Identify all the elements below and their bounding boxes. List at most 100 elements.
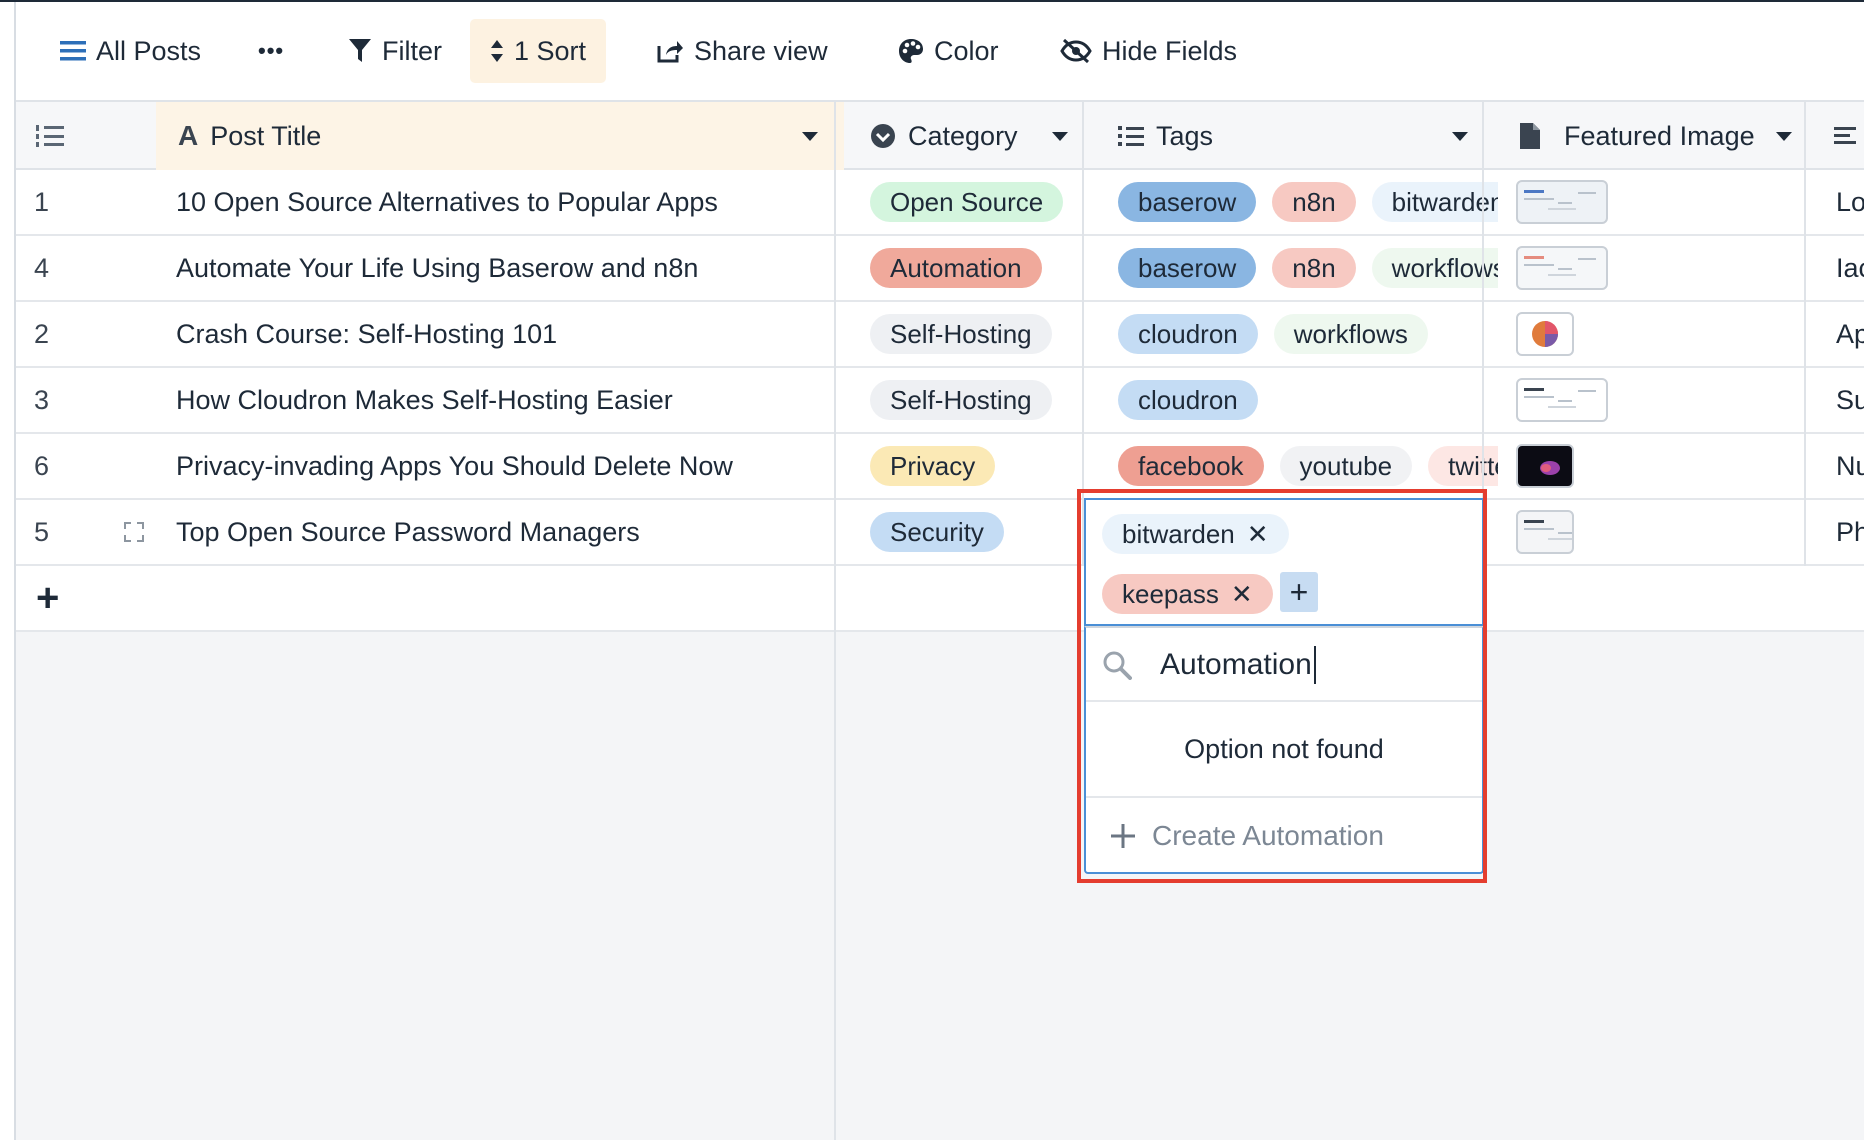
post-title-cell[interactable]: Crash Course: Self-Hosting 101 [176,302,836,366]
image-thumbnail[interactable] [1516,180,1608,224]
category-badge: Automation [870,248,1042,288]
remove-tag-icon[interactable]: ✕ [1231,579,1253,610]
category-badge: Privacy [870,446,996,486]
list-icon [60,41,86,61]
text-field-icon: A [178,120,199,151]
category-cell[interactable]: Self-Hosting [854,302,1098,366]
left-edge [14,0,16,1140]
search-icon [1103,651,1132,680]
column-header-post-title[interactable]: A Post Title [156,102,844,170]
category-badge: Self-Hosting [870,380,1052,420]
tag-chip-label: bitwarden [1122,518,1235,549]
share-view-label: Share view [694,35,828,66]
post-title-header-label: Post Title [210,120,322,151]
chevron-down-icon[interactable] [1052,132,1068,141]
table-row[interactable]: 2 Crash Course: Self-Hosting 101 Self-Host… [16,302,1864,368]
table-row[interactable]: 6 Privacy-invading Apps You Should Delete… [16,434,1864,500]
view-name: All Posts [96,35,202,66]
add-row-button[interactable]: + [36,566,96,630]
add-row[interactable]: + [16,566,1864,632]
color-label: Color [934,35,999,66]
table-row[interactable]: 4 Automate Your Life Using Baserow and n8… [16,236,1864,302]
featured-image-cell[interactable] [1500,434,1820,498]
tag-badge: twitte [1428,446,1498,486]
column-divider [1804,102,1806,566]
table-row[interactable]: 5 Top Open Source Password Managers Securi… [16,500,1864,566]
image-thumbnail[interactable] [1516,246,1608,290]
featured-image-cell[interactable] [1500,302,1820,366]
tags-cell[interactable]: baserow n8n workflows [1102,236,1498,300]
share-icon [657,41,683,63]
next-column-cell[interactable]: Lor [1836,170,1864,234]
tag-badge: n8n [1272,248,1356,288]
post-title-cell[interactable]: Top Open Source Password Managers [176,500,836,564]
category-cell[interactable]: Self-Hosting [854,368,1098,432]
expand-row-icon[interactable] [124,500,148,564]
tags-cell[interactable]: baserow n8n bitwarden [1102,170,1498,234]
column-header-tags[interactable]: Tags [1102,102,1500,170]
post-title-cell[interactable]: Automate Your Life Using Baserow and n8n [176,236,836,300]
next-column-cell[interactable]: Apt [1836,302,1864,366]
row-id: 6 [34,450,50,481]
image-thumbnail[interactable] [1516,312,1574,356]
long-text-icon [1834,127,1856,144]
next-column-cell[interactable]: Pha [1836,500,1864,564]
column-header-featured-image[interactable]: Featured Image [1502,102,1822,170]
hide-fields-button[interactable]: Hide Fields [1040,19,1257,83]
category-cell[interactable]: Security [854,500,1098,564]
empty-grid-area [16,632,1864,1140]
tags-cell[interactable]: cloudron [1102,368,1498,432]
tag-badge: workflows [1273,314,1428,354]
eye-slash-icon [1060,38,1092,64]
column-header-next[interactable] [1824,102,1864,170]
tags-cell[interactable]: cloudron workflows [1102,302,1498,366]
image-thumbnail[interactable] [1516,444,1574,488]
row-count-header[interactable] [36,102,76,170]
featured-image-cell[interactable] [1500,170,1820,234]
view-selector[interactable]: All Posts [40,19,221,83]
share-view-button[interactable]: Share view [636,19,848,83]
color-button[interactable]: Color [878,19,1019,83]
post-title-cell[interactable]: 10 Open Source Alternatives to Popular A… [176,170,836,234]
next-column-cell[interactable]: Iacu [1836,236,1864,300]
post-title-cell[interactable]: Privacy-invading Apps You Should Delete … [176,434,836,498]
more-options-button[interactable]: ••• [238,19,304,83]
row-id: 4 [34,252,50,283]
add-tag-button[interactable]: + [1280,572,1318,612]
tags-cell-editor[interactable]: bitwarden ✕ keepass ✕ + [1084,498,1484,626]
featured-image-cell[interactable] [1500,500,1820,564]
chevron-down-icon[interactable] [802,132,818,141]
palette-icon [899,39,923,63]
category-cell[interactable]: Open Source [854,170,1098,234]
next-column-cell[interactable]: Sus [1836,368,1864,432]
tags-cell[interactable]: facebook youtube twitte [1102,434,1498,498]
column-divider [1082,102,1084,566]
remove-tag-icon[interactable]: ✕ [1247,519,1269,550]
tag-chip-label: keepass [1122,578,1219,609]
category-cell[interactable]: Privacy [854,434,1098,498]
table-row[interactable]: 3 How Cloudron Makes Self-Hosting Easier S… [16,368,1864,434]
row-id: 5 [34,516,50,547]
column-header-category[interactable]: Category [854,102,1100,170]
chevron-down-icon[interactable] [1776,132,1792,141]
featured-image-cell[interactable] [1500,236,1820,300]
chevron-down-icon[interactable] [1452,132,1468,141]
tag-badge: n8n [1272,182,1356,222]
post-title-cell[interactable]: How Cloudron Makes Self-Hosting Easier [176,368,836,432]
featured-image-cell[interactable] [1500,368,1820,432]
table-row[interactable]: 1 10 Open Source Alternatives to Popular … [16,170,1864,236]
sort-button[interactable]: 1 Sort [470,19,607,83]
filter-button[interactable]: Filter [328,19,462,83]
dropdown-search-input[interactable] [1160,646,1460,684]
single-select-icon [871,124,895,148]
tags-header-label: Tags [1156,120,1214,151]
image-thumbnail[interactable] [1516,510,1574,554]
tag-badge: baserow [1118,182,1257,222]
dropdown-search [1086,628,1482,702]
create-option-button[interactable]: Create Automation [1086,800,1482,872]
category-cell[interactable]: Automation [854,236,1098,300]
row-id: 1 [34,186,50,217]
image-thumbnail[interactable] [1516,378,1608,422]
next-column-cell[interactable]: Nu [1836,434,1864,498]
file-icon [1520,123,1540,149]
